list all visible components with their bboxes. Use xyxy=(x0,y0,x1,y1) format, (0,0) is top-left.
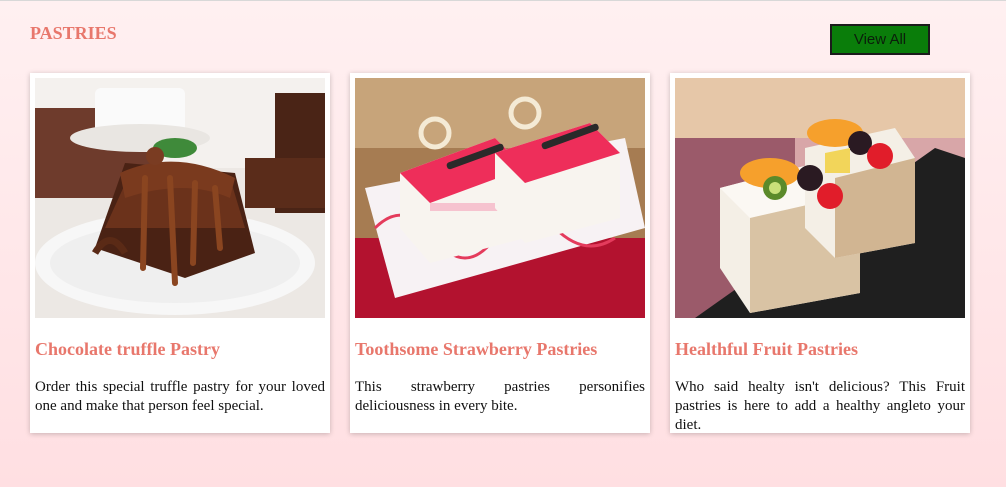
chocolate-cake-image[interactable] xyxy=(35,78,325,318)
card-title[interactable]: Chocolate truffle Pastry xyxy=(35,339,325,360)
view-all-button[interactable]: View All xyxy=(830,24,930,55)
fruit-pastry-image[interactable] xyxy=(675,78,965,318)
product-card-strawberry[interactable]: Toothsome Strawberry Pastries This straw… xyxy=(350,73,650,433)
card-description: This strawberry pastries personifies del… xyxy=(355,379,645,414)
strawberry-pastry-image[interactable] xyxy=(355,78,645,318)
product-card-chocolate[interactable]: Chocolate truffle Pastry Order this spec… xyxy=(30,73,330,433)
card-title[interactable]: Healthful Fruit Pastries xyxy=(675,339,965,360)
section-title: PASTRIES xyxy=(30,23,117,43)
card-title[interactable]: Toothsome Strawberry Pastries xyxy=(355,339,645,360)
product-card-fruit[interactable]: Healthful Fruit Pastries Who said healty… xyxy=(670,73,970,433)
card-description: Who said healty isn't delicious? This Fr… xyxy=(675,379,965,433)
card-description: Order this special truffle pastry for yo… xyxy=(35,379,325,414)
